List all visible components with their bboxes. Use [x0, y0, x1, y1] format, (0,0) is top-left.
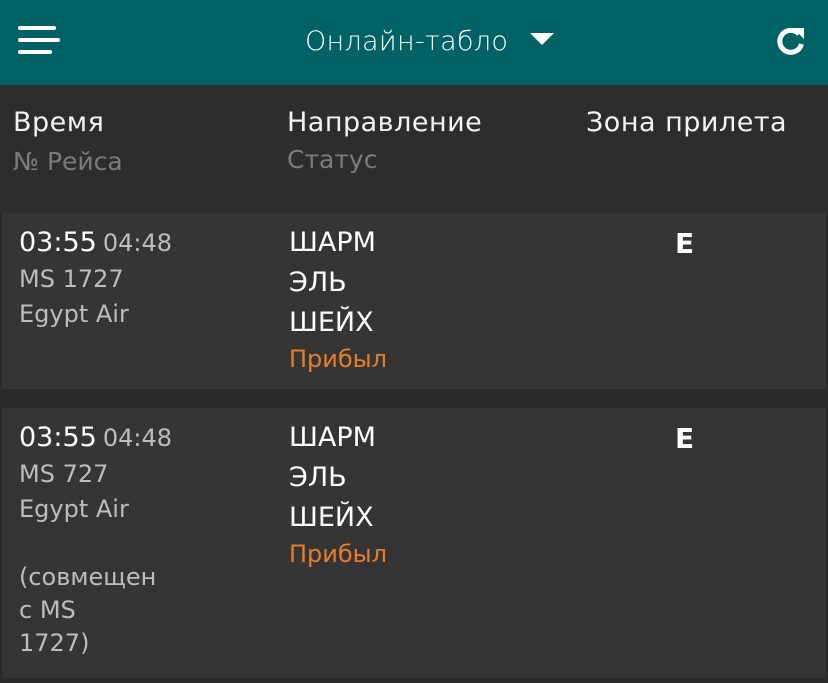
destination-line: ШЕЙХ [289, 502, 374, 533]
status-label: Прибыл [289, 540, 387, 568]
arrival-zone: E [675, 422, 695, 455]
hamburger-menu-icon[interactable] [18, 26, 60, 58]
scheduled-time: 03:55 04:48 [19, 227, 172, 258]
column-header: Время № Рейса Направление Статус Зона пр… [0, 85, 828, 213]
destination-line: ЭЛЬ [289, 267, 347, 298]
destination-line: ШАРМ [289, 227, 376, 258]
status-label: Прибыл [289, 345, 387, 373]
arrival-zone: E [675, 227, 695, 260]
caret-down-icon [530, 33, 555, 45]
flight-row[interactable]: 03:55 04:48 MS 727 Egypt Air (совмещен с … [2, 408, 826, 678]
airline-name: Egypt Air [19, 300, 129, 328]
flight-row[interactable]: 03:55 04:48 MS 1727 Egypt Air ШАРМ ЭЛЬ ШЕ… [2, 213, 826, 389]
destination-line: ШАРМ [289, 422, 376, 453]
flight-number: MS 727 [19, 460, 109, 488]
board-selector-dropdown[interactable]: Онлайн-табло [305, 22, 555, 62]
scheduled-time: 03:55 04:48 [19, 422, 172, 453]
estimated-time: 04:48 [102, 424, 172, 452]
airline-name: Egypt Air [19, 495, 129, 523]
destination-line: ШЕЙХ [289, 307, 374, 338]
destination-line: ЭЛЬ [289, 462, 347, 493]
codeshare-note: (совмещен с MS 1727) [19, 563, 157, 657]
column-time: Время [13, 107, 105, 138]
column-status: Статус [287, 145, 378, 174]
column-arrival-zone: Зона прилета [586, 107, 788, 138]
refresh-icon[interactable] [772, 23, 808, 59]
column-direction: Направление [287, 107, 483, 138]
flight-number: MS 1727 [19, 265, 124, 293]
column-flight-number: № Рейса [13, 147, 123, 176]
estimated-time: 04:48 [102, 229, 172, 257]
page-title: Онлайн-табло [305, 26, 509, 57]
top-app-bar: Онлайн-табло [0, 0, 828, 85]
